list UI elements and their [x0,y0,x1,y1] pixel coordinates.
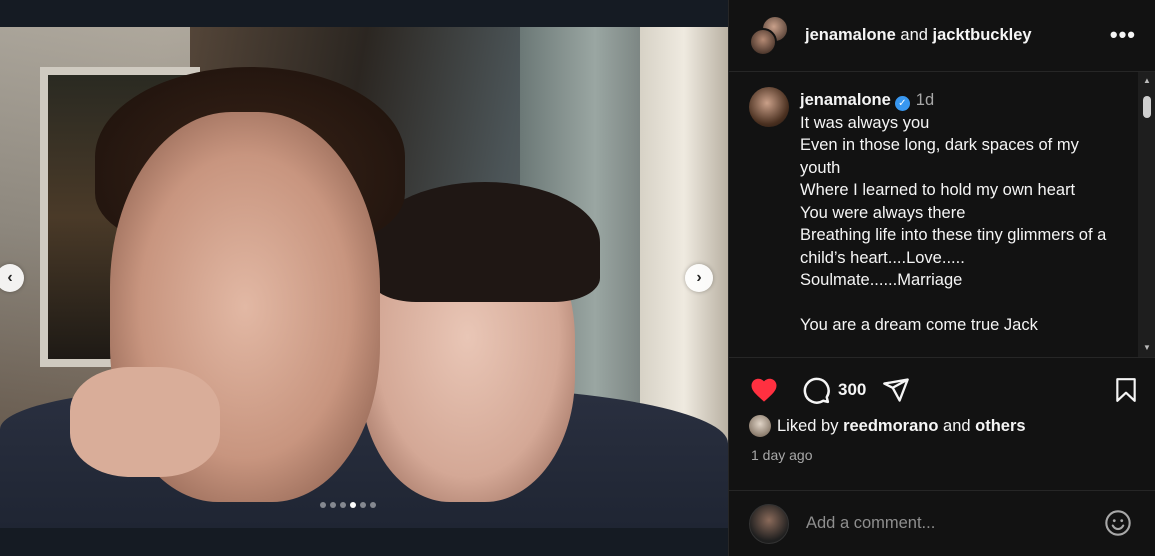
more-horizontal-icon: ••• [1109,22,1136,47]
scrollbar-thumb[interactable] [1143,96,1151,118]
comment-composer [729,490,1155,556]
username-link[interactable]: jenamalone [805,26,896,44]
carousel-dot [320,502,326,508]
post-modal: ‹ › jenamalone and jacktbuckley ••• jena… [0,0,1155,556]
avatar [749,503,789,544]
comments-area[interactable]: jenamalone ✓ 1d It was always you Even in … [729,72,1155,358]
comment-icon [803,377,830,404]
post-photo [0,27,728,528]
heart-icon [751,378,777,402]
chevron-right-icon: › [696,269,702,286]
carousel-dots [320,502,376,508]
more-options-button[interactable]: ••• [1110,22,1136,48]
comment-count: 300 [838,380,867,399]
post-header: jenamalone and jacktbuckley ••• [729,0,1155,72]
avatar [749,27,777,56]
comment-input[interactable] [806,514,1076,533]
bookmark-icon [1116,378,1136,402]
carousel-dot [360,502,366,508]
likes-prefix: Liked by [777,416,839,435]
post-timestamp[interactable]: 1 day ago [751,447,813,463]
caption-text: It was always you Even in those long, da… [800,113,1107,335]
save-button[interactable] [1113,376,1139,409]
liker-username[interactable]: reedmorano [843,417,938,436]
carousel-dot [350,502,356,508]
comments-scrollbar[interactable]: ▲ ▼ [1138,72,1155,357]
share-button[interactable] [882,376,910,404]
caption: jenamalone ✓ 1d It was always you Even in … [800,89,1120,337]
carousel-next-button[interactable]: › [685,264,713,292]
post-side-panel: jenamalone and jacktbuckley ••• jenamalo… [728,0,1155,556]
caption-username[interactable]: jenamalone [800,91,891,109]
scroll-down-icon[interactable]: ▼ [1143,343,1151,352]
collab-joiner: and [900,26,928,44]
comment-button[interactable]: 300 [801,375,866,405]
send-icon [883,378,910,402]
carousel-dot [340,502,346,508]
action-bar: 300 [749,373,1139,407]
chevron-left-icon: ‹ [7,269,13,286]
likes-others-link[interactable]: others [975,417,1025,436]
emoji-button[interactable] [1104,509,1132,542]
caption-time[interactable]: 1d [916,91,934,109]
avatar[interactable] [749,415,771,437]
collab-names: jenamalone and jacktbuckley [805,26,1032,45]
scroll-up-icon[interactable]: ▲ [1143,76,1151,85]
avatar[interactable] [749,87,789,127]
likes-joiner: and [943,416,971,435]
collab-avatars[interactable] [749,14,791,57]
carousel-dot [330,502,336,508]
emoji-icon [1105,510,1131,536]
media-panel: ‹ › [0,0,728,556]
likes-summary: Liked by reedmorano and others [749,415,1026,437]
verified-badge-icon: ✓ [894,96,910,111]
username-link[interactable]: jacktbuckley [933,26,1032,44]
like-button[interactable] [749,375,779,405]
carousel-dot [370,502,376,508]
